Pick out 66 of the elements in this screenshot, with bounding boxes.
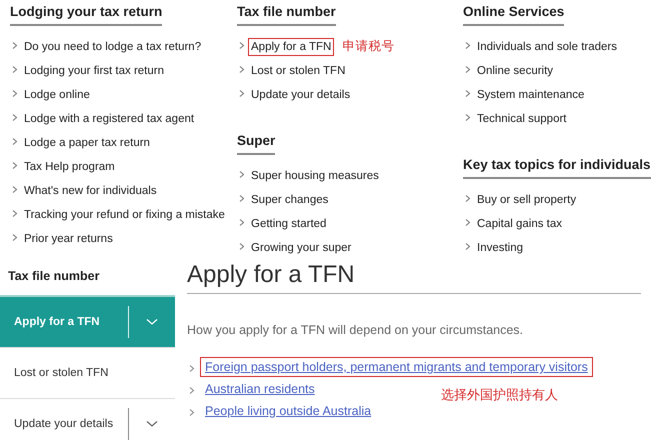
chevron-icon xyxy=(237,242,246,251)
nav-link[interactable]: Super housing measures xyxy=(248,167,382,185)
nav-link[interactable]: Technical support xyxy=(474,110,570,128)
chevron-icon xyxy=(463,194,472,203)
nav-link[interactable]: Update your details xyxy=(248,86,354,104)
chevron-icon xyxy=(10,161,19,170)
nav-link[interactable]: System maintenance xyxy=(474,86,588,104)
content-link[interactable]: Australian residents xyxy=(200,379,320,399)
chevron-icon xyxy=(237,194,246,203)
annotation-note: 选择外国护照持有人 xyxy=(441,386,558,404)
chevron-icon xyxy=(237,65,246,74)
chevron-icon xyxy=(463,65,472,74)
chevron-icon xyxy=(10,89,19,98)
nav-link[interactable]: Buy or sell property xyxy=(474,191,580,209)
nav-link[interactable]: Tax Help program xyxy=(21,158,118,176)
expand-icon[interactable] xyxy=(146,420,158,428)
chevron-icon xyxy=(10,65,19,74)
chevron-icon xyxy=(237,170,246,179)
nav-link[interactable]: Lodge online xyxy=(21,86,93,104)
chevron-icon xyxy=(463,113,472,122)
section-heading: Super xyxy=(237,133,276,155)
nav-link[interactable]: Lost or stolen TFN xyxy=(248,62,348,80)
chevron-icon xyxy=(463,89,472,98)
chevron-icon xyxy=(187,364,196,373)
nav-link[interactable]: Prior year returns xyxy=(21,230,116,248)
sidebar-item-label: Apply for a TFN xyxy=(14,316,101,328)
nav-link[interactable]: Lodge a paper tax return xyxy=(21,134,153,152)
chevron-icon xyxy=(237,218,246,227)
sidebar-title: Tax file number xyxy=(7,268,100,285)
chevron-icon xyxy=(237,41,246,50)
nav-link[interactable]: Online security xyxy=(474,62,556,80)
content-link[interactable]: People living outside Australia xyxy=(200,401,376,421)
section-heading: Key tax topics for individuals xyxy=(463,157,651,179)
chevron-icon xyxy=(187,386,196,395)
nav-link[interactable]: Super changes xyxy=(248,191,332,209)
sidebar-item-label: Update your details xyxy=(14,418,114,430)
chevron-icon xyxy=(10,41,19,50)
chevron-icon xyxy=(10,137,19,146)
chevron-icon xyxy=(237,89,246,98)
nav-link[interactable]: Do you need to lodge a tax return? xyxy=(21,38,204,56)
sidebar-item-label: Lost or stolen TFN xyxy=(14,367,110,379)
chevron-icon xyxy=(10,233,19,242)
nav-link[interactable]: Lodging your first tax return xyxy=(21,62,167,80)
nav-link[interactable]: Individuals and sole traders xyxy=(474,38,620,56)
nav-link[interactable]: Apply for a TFN xyxy=(248,38,334,56)
content-link[interactable]: Foreign passport holders, permanent migrants and temporary visitors xyxy=(200,357,593,377)
annotation-note: 申请税号 xyxy=(342,38,394,54)
nav-link[interactable]: Growing your super xyxy=(248,239,354,257)
nav-link[interactable]: Investing xyxy=(474,239,526,257)
chevron-icon xyxy=(10,185,19,194)
chevron-icon xyxy=(10,209,19,218)
nav-link[interactable]: What's new for individuals xyxy=(21,182,160,200)
section-heading: Tax file number xyxy=(237,4,336,26)
chevron-icon xyxy=(10,113,19,122)
nav-link[interactable]: Getting started xyxy=(248,215,330,233)
nav-link[interactable]: Tracking your refund or fixing a mistake xyxy=(21,206,228,224)
chevron-icon xyxy=(463,218,472,227)
nav-link[interactable]: Capital gains tax xyxy=(474,215,566,233)
intro-text: How you apply for a TFN will depend on your circumstances. xyxy=(187,323,524,337)
section-heading: Online Services xyxy=(463,4,564,26)
section-heading: Lodging your tax return xyxy=(10,4,162,26)
nav-link[interactable]: Lodge with a registered tax agent xyxy=(21,110,198,128)
page-title: Apply for a TFN xyxy=(187,260,641,294)
chevron-icon xyxy=(463,242,472,251)
chevron-icon xyxy=(187,408,196,417)
chevron-icon xyxy=(463,41,472,50)
